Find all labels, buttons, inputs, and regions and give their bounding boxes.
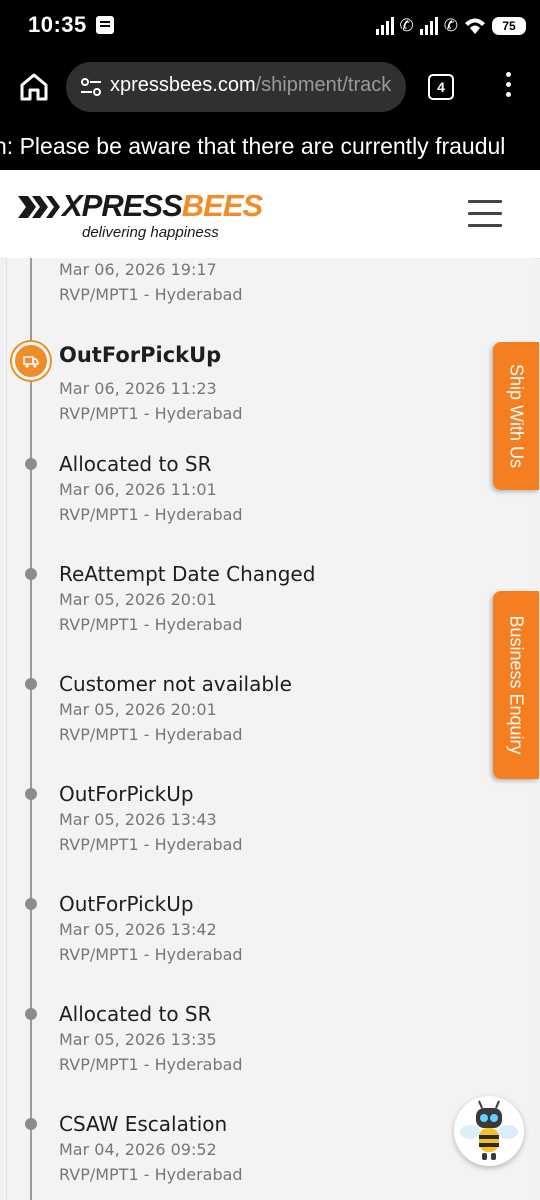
bee-bot-icon (460, 1100, 518, 1160)
site-header: XPRESSBEES delivering happiness (0, 170, 540, 259)
wifi-icon (465, 18, 485, 34)
event-location: RVP/MPT1 - Hyderabad (59, 505, 243, 524)
logo-chevrons-icon (18, 196, 60, 218)
event-location: RVP/MPT1 - Hyderabad (59, 285, 243, 304)
tab-switcher-button[interactable]: 4 (428, 74, 454, 100)
hamburger-menu-icon[interactable] (468, 200, 502, 230)
event-location: RVP/MPT1 - Hyderabad (59, 835, 243, 854)
signal-icon-2 (419, 17, 438, 35)
event-status: CSAW Escalation (59, 1112, 228, 1136)
url-domain: xpressbees.com (110, 74, 256, 96)
timeline-dot (25, 568, 37, 580)
url-path: /shipment/track (255, 74, 392, 96)
battery-icon: 75 (492, 17, 526, 35)
more-options-icon[interactable] (500, 72, 516, 102)
logo-wordmark: XPRESSBEES (62, 188, 263, 223)
event-status: ReAttempt Date Changed (59, 562, 316, 586)
browser-toolbar: xpressbees.com/shipment/track 4 (0, 52, 540, 122)
event-status: Allocated to SR (59, 452, 212, 476)
status-time: 10:35 (28, 12, 87, 37)
event-status: OutForPickUp (59, 892, 194, 916)
business-enquiry-label: Business Enquiry (506, 615, 527, 755)
event-date: Mar 06, 2026 19:17 (59, 260, 217, 279)
timeline-line (30, 258, 32, 1200)
status-icons: ✆ ✆ 75 (375, 13, 526, 39)
logo-tagline: delivering happiness (82, 224, 219, 241)
timeline-dot (25, 898, 37, 910)
event-location: RVP/MPT1 - Hyderabad (59, 725, 243, 744)
event-location: RVP/MPT1 - Hyderabad (59, 945, 243, 964)
timeline-dot (25, 678, 37, 690)
pickup-truck-icon (12, 342, 50, 380)
timeline-dot (25, 1008, 37, 1020)
business-enquiry-tab[interactable]: Business Enquiry (493, 591, 539, 779)
chatbot-launcher[interactable] (454, 1096, 524, 1166)
ship-with-us-tab[interactable]: Ship With Us (493, 342, 539, 490)
announcement-ticker: n: Please be aware that there are curren… (0, 122, 540, 170)
event-status: Allocated to SR (59, 1002, 212, 1026)
ship-with-us-label: Ship With Us (506, 363, 527, 469)
timeline-dot (25, 1118, 37, 1130)
timeline-dot (25, 458, 37, 470)
event-location: RVP/MPT1 - Hyderabad (59, 404, 243, 423)
event-date: Mar 05, 2026 13:43 (59, 810, 217, 829)
event-status: Customer not available (59, 672, 292, 696)
url-text: xpressbees.com/shipment/track (110, 74, 400, 97)
event-date: Mar 05, 2026 20:01 (59, 700, 217, 719)
tracking-content: Mar 06, 2026 19:17 RVP/MPT1 - Hyderabad … (0, 258, 540, 1200)
event-location: RVP/MPT1 - Hyderabad (59, 1055, 243, 1074)
event-date: Mar 05, 2026 20:01 (59, 590, 217, 609)
event-location: RVP/MPT1 - Hyderabad (59, 615, 243, 634)
event-status: OutForPickUp (59, 782, 194, 806)
event-location: RVP/MPT1 - Hyderabad (59, 1165, 243, 1184)
event-date: Mar 06, 2026 11:01 (59, 480, 217, 499)
xpressbees-logo[interactable]: XPRESSBEES delivering happiness (16, 188, 276, 246)
event-status: OutForPickUp (59, 343, 222, 367)
wifi-call-icon-2: ✆ (443, 16, 458, 36)
site-settings-icon[interactable] (80, 77, 102, 97)
notification-icon (96, 16, 114, 34)
event-date: Mar 05, 2026 13:42 (59, 920, 217, 939)
signal-icon (375, 17, 394, 35)
ticker-text: n: Please be aware that there are curren… (0, 133, 506, 159)
event-date: Mar 06, 2026 11:23 (59, 379, 217, 398)
address-bar[interactable]: xpressbees.com/shipment/track (66, 62, 406, 112)
home-icon[interactable] (18, 71, 50, 103)
status-bar: 10:35 ✆ ✆ 75 (0, 0, 540, 52)
wifi-call-icon: ✆ (399, 16, 414, 36)
event-date: Mar 04, 2026 09:52 (59, 1140, 217, 1159)
timeline-dot (25, 788, 37, 800)
event-date: Mar 05, 2026 13:35 (59, 1030, 217, 1049)
